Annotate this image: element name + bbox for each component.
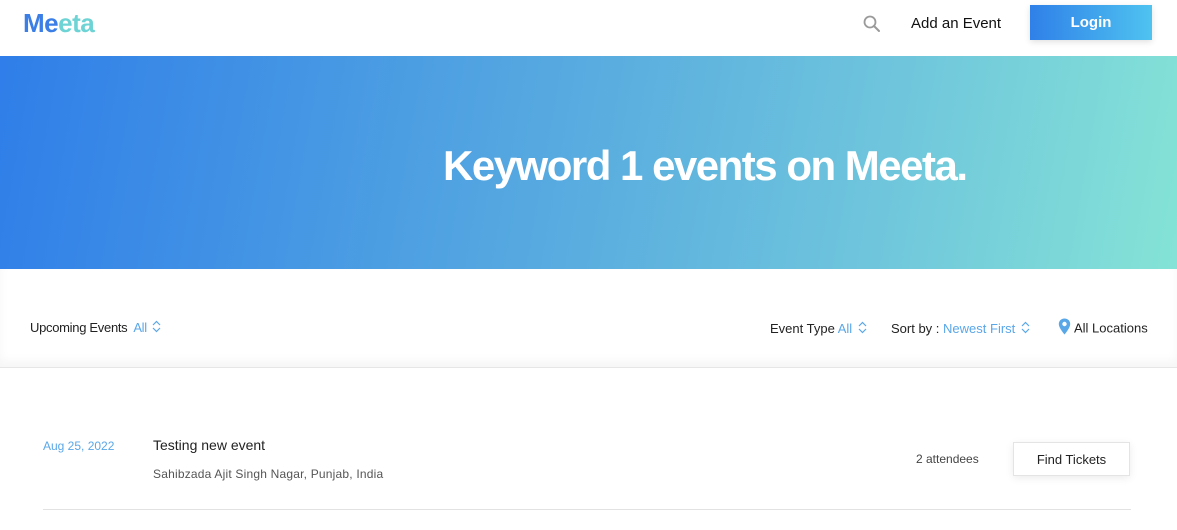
meeta-logo[interactable]: Meeta	[23, 8, 95, 38]
sort-by-value[interactable]: Newest First	[943, 321, 1015, 336]
logo-text-part2: eta	[58, 8, 95, 38]
top-navigation: Meeta Add an Event Login	[0, 0, 1177, 56]
map-pin-icon	[1058, 318, 1071, 340]
event-type-label: Event Type	[770, 321, 835, 336]
event-list-item[interactable]: Aug 25, 2022 Testing new event Sahibzada…	[43, 417, 1131, 510]
find-tickets-button[interactable]: Find Tickets	[1013, 442, 1130, 476]
logo-text-part1: Me	[23, 8, 59, 38]
location-label: All Locations	[1074, 320, 1148, 336]
hero-title: Keyword 1 events on Meeta.	[443, 142, 968, 189]
search-icon[interactable]	[862, 14, 882, 34]
hero-banner: Keyword 1 events on Meeta.	[0, 56, 1177, 269]
event-type-filter[interactable]: Event Type All	[770, 320, 867, 339]
event-title[interactable]: Testing new event	[153, 436, 265, 454]
chevron-updown-icon	[858, 321, 867, 339]
upcoming-events-filter[interactable]: Upcoming Events All	[30, 319, 161, 338]
chevron-updown-icon	[1021, 321, 1030, 339]
upcoming-events-value[interactable]: All	[133, 320, 147, 335]
event-type-value[interactable]: All	[838, 321, 852, 336]
sort-by-label: Sort by :	[891, 321, 940, 336]
sort-by-filter[interactable]: Sort by : Newest First	[891, 320, 1030, 339]
login-button[interactable]: Login	[1030, 5, 1152, 40]
event-attendees: 2 attendees	[916, 452, 979, 466]
event-location: Sahibzada Ajit Singh Nagar, Punjab, Indi…	[153, 467, 384, 481]
chevron-updown-icon	[152, 320, 161, 338]
upcoming-events-label: Upcoming Events	[30, 320, 128, 335]
filter-bar: Upcoming Events All Event Type All Sort …	[0, 269, 1177, 368]
location-filter[interactable]: All Locations	[1058, 318, 1148, 340]
event-date: Aug 25, 2022	[43, 439, 115, 453]
add-event-link[interactable]: Add an Event	[911, 14, 1001, 34]
